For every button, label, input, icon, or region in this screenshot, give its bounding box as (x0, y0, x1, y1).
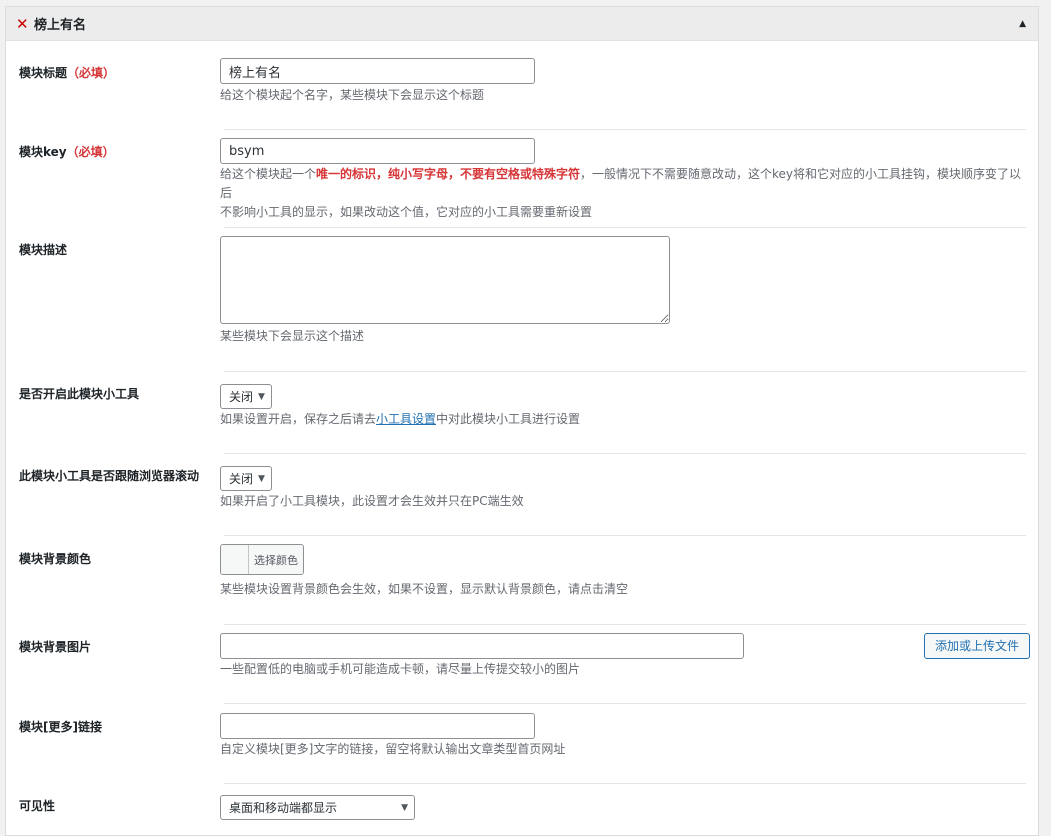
more-link-label: 模块[更多]链接 (19, 720, 102, 734)
divider (224, 371, 1026, 372)
bg-image-desc: 一些配置低的电脑或手机可能造成卡顿，请尽量上传提交较小的图片 (220, 662, 581, 676)
required-mark: （必填） (67, 66, 116, 80)
widget-enable-desc: 如果设置开启，保存之后请去小工具设置中对此模块小工具进行设置 (220, 412, 581, 426)
widget-settings-link[interactable]: 小工具设置 (376, 412, 436, 426)
panel-header[interactable]: ✕ 榜上有名 ▲ (6, 7, 1038, 41)
widget-scroll-label: 此模块小工具是否跟随浏览器滚动 (19, 469, 200, 483)
key-desc-emphasis: 唯一的标识，纯小写字母，不要有空格或特殊字符 (316, 167, 581, 181)
panel-title: 榜上有名 (34, 18, 87, 33)
title-label: 模块标题（必填） (19, 66, 116, 80)
visibility-select[interactable]: 桌面和移动端都显示 ▼ (220, 795, 415, 820)
widget-scroll-select[interactable]: 关闭 ▼ (220, 466, 272, 491)
divider (224, 129, 1026, 130)
description-textarea[interactable] (220, 236, 670, 324)
divider (224, 535, 1026, 536)
more-link-input[interactable] (220, 713, 535, 739)
visibility-label: 可见性 (19, 799, 56, 813)
key-input[interactable] (220, 138, 535, 164)
key-label: 模块key（必填） (19, 145, 115, 159)
bg-image-input[interactable] (220, 633, 744, 659)
divider (224, 227, 1026, 228)
upload-file-button[interactable]: 添加或上传文件 (924, 633, 1031, 659)
title-input[interactable] (220, 58, 535, 84)
bg-color-label: 模块背景颜色 (19, 552, 92, 566)
key-desc: 给这个模块起一个唯一的标识，纯小写字母，不要有空格或特殊字符，一般情况下不需要随… (220, 167, 1022, 219)
chevron-down-icon: ▼ (258, 473, 265, 484)
widget-enable-label: 是否开启此模块小工具 (19, 387, 140, 401)
widget-enable-select[interactable]: 关闭 ▼ (220, 384, 272, 409)
collapse-toggle-icon[interactable]: ▲ (1019, 19, 1026, 29)
divider (224, 453, 1026, 454)
module-panel: ✕ 榜上有名 ▲ 模块标题（必填） 给这个模块起个名字，某些模块下会显示这个标题… (5, 6, 1039, 836)
color-picker-button[interactable]: 选择颜色 (220, 544, 304, 575)
close-icon[interactable]: ✕ (16, 15, 32, 33)
more-link-desc: 自定义模块[更多]文字的链接，留空将默认输出文章类型首页网址 (220, 742, 566, 756)
chevron-down-icon: ▼ (258, 391, 265, 402)
divider (224, 703, 1026, 704)
title-desc: 给这个模块起个名字，某些模块下会显示这个标题 (220, 88, 485, 102)
chevron-down-icon: ▼ (401, 802, 408, 813)
color-swatch (221, 545, 249, 574)
description-desc: 某些模块下会显示这个描述 (220, 329, 365, 343)
divider (224, 783, 1026, 784)
bg-color-desc: 某些模块设置背景颜色会生效，如果不设置，显示默认背景颜色，请点击清空 (220, 582, 629, 596)
widget-scroll-desc: 如果开启了小工具模块，此设置才会生效并只在PC端生效 (220, 494, 524, 508)
divider (224, 624, 1026, 625)
required-mark: （必填） (66, 145, 115, 159)
description-label: 模块描述 (19, 243, 68, 257)
bg-image-label: 模块背景图片 (19, 640, 92, 654)
